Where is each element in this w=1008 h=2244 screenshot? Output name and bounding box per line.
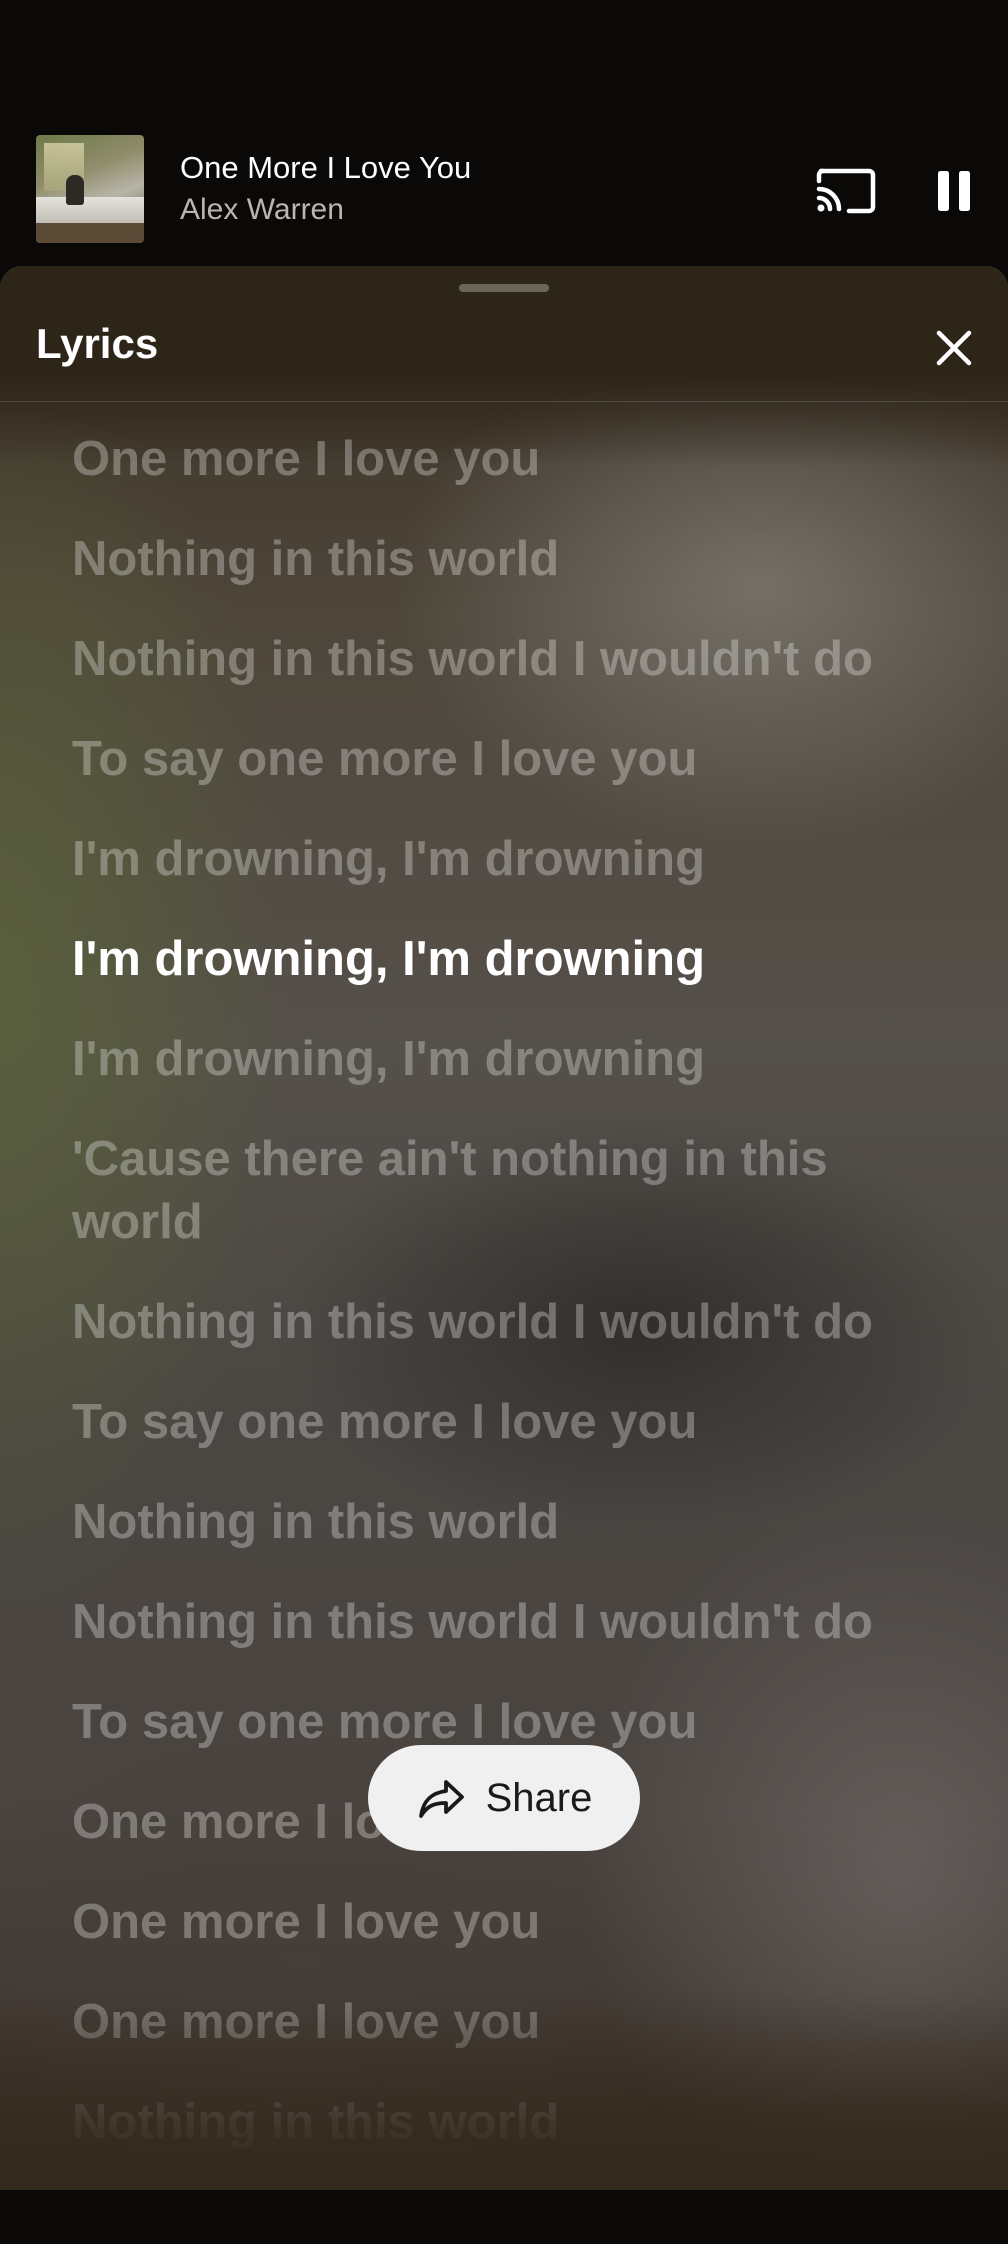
sheet-divider [0, 401, 1008, 402]
lyric-line[interactable]: One more I love you [72, 428, 952, 491]
close-icon [936, 330, 972, 366]
drag-handle[interactable] [459, 284, 549, 292]
mini-player[interactable]: One More I Love You Alex Warren [0, 120, 1008, 260]
album-art[interactable] [36, 135, 144, 243]
lyric-line[interactable]: I'm drowning, I'm drowning [72, 1028, 952, 1091]
lyric-line[interactable]: I'm drowning, I'm drowning [72, 828, 952, 891]
lyric-line[interactable]: Nothing in this world I wouldn't do [72, 1591, 952, 1654]
song-title: One More I Love You [180, 150, 472, 185]
cast-button[interactable] [815, 165, 877, 217]
share-icon [418, 1780, 464, 1818]
screen: One More I Love You Alex Warren Lyrics O… [0, 0, 1008, 2244]
share-button[interactable]: Share [368, 1745, 640, 1851]
cast-icon [816, 168, 876, 214]
lyric-line[interactable]: Nothing in this world I wouldn't do [72, 628, 952, 691]
lyric-line-active[interactable]: I'm drowning, I'm drowning [72, 928, 952, 991]
album-art-floor [36, 223, 144, 243]
song-artist: Alex Warren [180, 193, 344, 226]
lyrics-list[interactable]: One more I love you Nothing in this world… [72, 416, 952, 2154]
album-art-figure [66, 175, 84, 205]
lyric-line[interactable]: One more I love you [72, 1891, 952, 1954]
lyric-line[interactable]: To say one more I love you [72, 728, 952, 791]
pause-icon [938, 171, 970, 211]
share-label: Share [485, 1775, 593, 1820]
lyric-line[interactable]: 'Cause there ain't nothing in this world [72, 1128, 952, 1254]
sheet-bottom-fade [0, 1990, 1008, 2190]
sheet-title: Lyrics [36, 320, 159, 367]
bottom-bar [0, 2190, 1008, 2244]
lyric-line[interactable]: To say one more I love you [72, 1391, 952, 1454]
lyric-line[interactable]: Nothing in this world I wouldn't do [72, 1291, 952, 1354]
lyrics-sheet: Lyrics One more I love you Nothing in thi… [0, 266, 1008, 2190]
lyric-line[interactable]: Nothing in this world [72, 1491, 952, 1554]
close-button[interactable] [934, 328, 974, 368]
lyric-line[interactable]: Nothing in this world [72, 528, 952, 591]
pause-button[interactable] [928, 165, 980, 217]
